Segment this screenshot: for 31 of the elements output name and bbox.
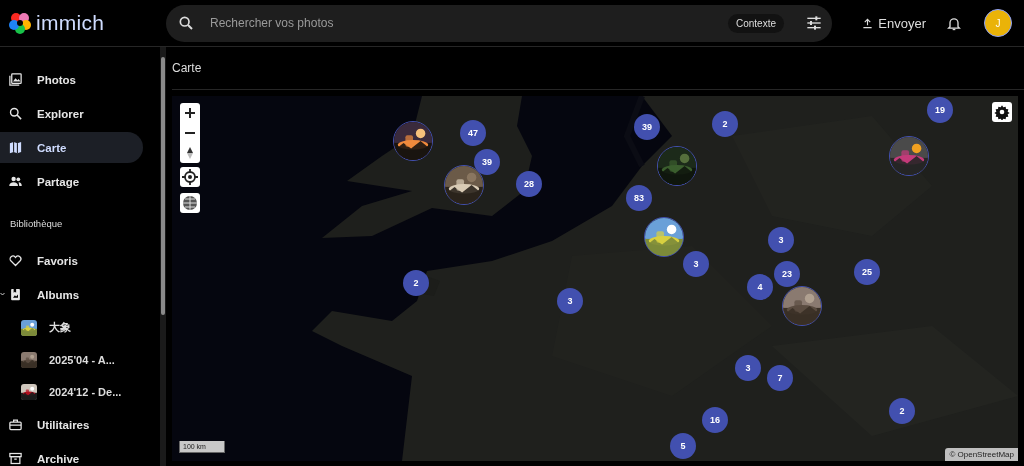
app-name: immich xyxy=(36,11,105,35)
section-heading: Bibliothèque xyxy=(9,217,64,231)
album-icon xyxy=(8,287,23,302)
sidebar-item[interactable]: Partage xyxy=(0,166,143,197)
heart-icon xyxy=(8,253,23,268)
upload-icon xyxy=(862,17,874,29)
album-item[interactable]: 2024'12 - De... xyxy=(0,377,141,406)
scrollbar[interactable] xyxy=(160,47,166,466)
logo-icon xyxy=(8,11,32,35)
caret-icon[interactable] xyxy=(0,291,5,297)
context-button[interactable]: Contexte xyxy=(727,13,784,33)
search-field[interactable]: Rechercher vos photos Contexte xyxy=(166,4,832,42)
map-icon xyxy=(8,140,23,155)
archive-icon xyxy=(8,451,23,466)
album-item[interactable]: 2025'04 - A... xyxy=(0,345,141,374)
sidebar-item[interactable]: Photos xyxy=(0,64,143,95)
people-icon xyxy=(8,174,23,189)
upload-button[interactable]: Envoyer xyxy=(858,11,930,35)
page-title: Carte xyxy=(172,47,1024,90)
sidebar-item[interactable]: Archive xyxy=(0,443,143,466)
sidebar-item[interactable]: Explorer xyxy=(0,98,143,129)
sidebar-item[interactable]: Carte xyxy=(0,132,143,163)
sidebar-item[interactable]: Utilitaires xyxy=(0,409,143,440)
sidebar-item[interactable]: Favoris xyxy=(0,245,143,276)
photos-icon xyxy=(8,72,23,87)
toolbox-icon xyxy=(8,417,23,432)
sidebar-item[interactable]: Albums xyxy=(0,279,143,310)
filter-icon[interactable] xyxy=(806,15,822,31)
search-icon xyxy=(178,15,194,31)
search-icon xyxy=(8,106,23,121)
album-item[interactable]: 大象 xyxy=(0,313,141,342)
